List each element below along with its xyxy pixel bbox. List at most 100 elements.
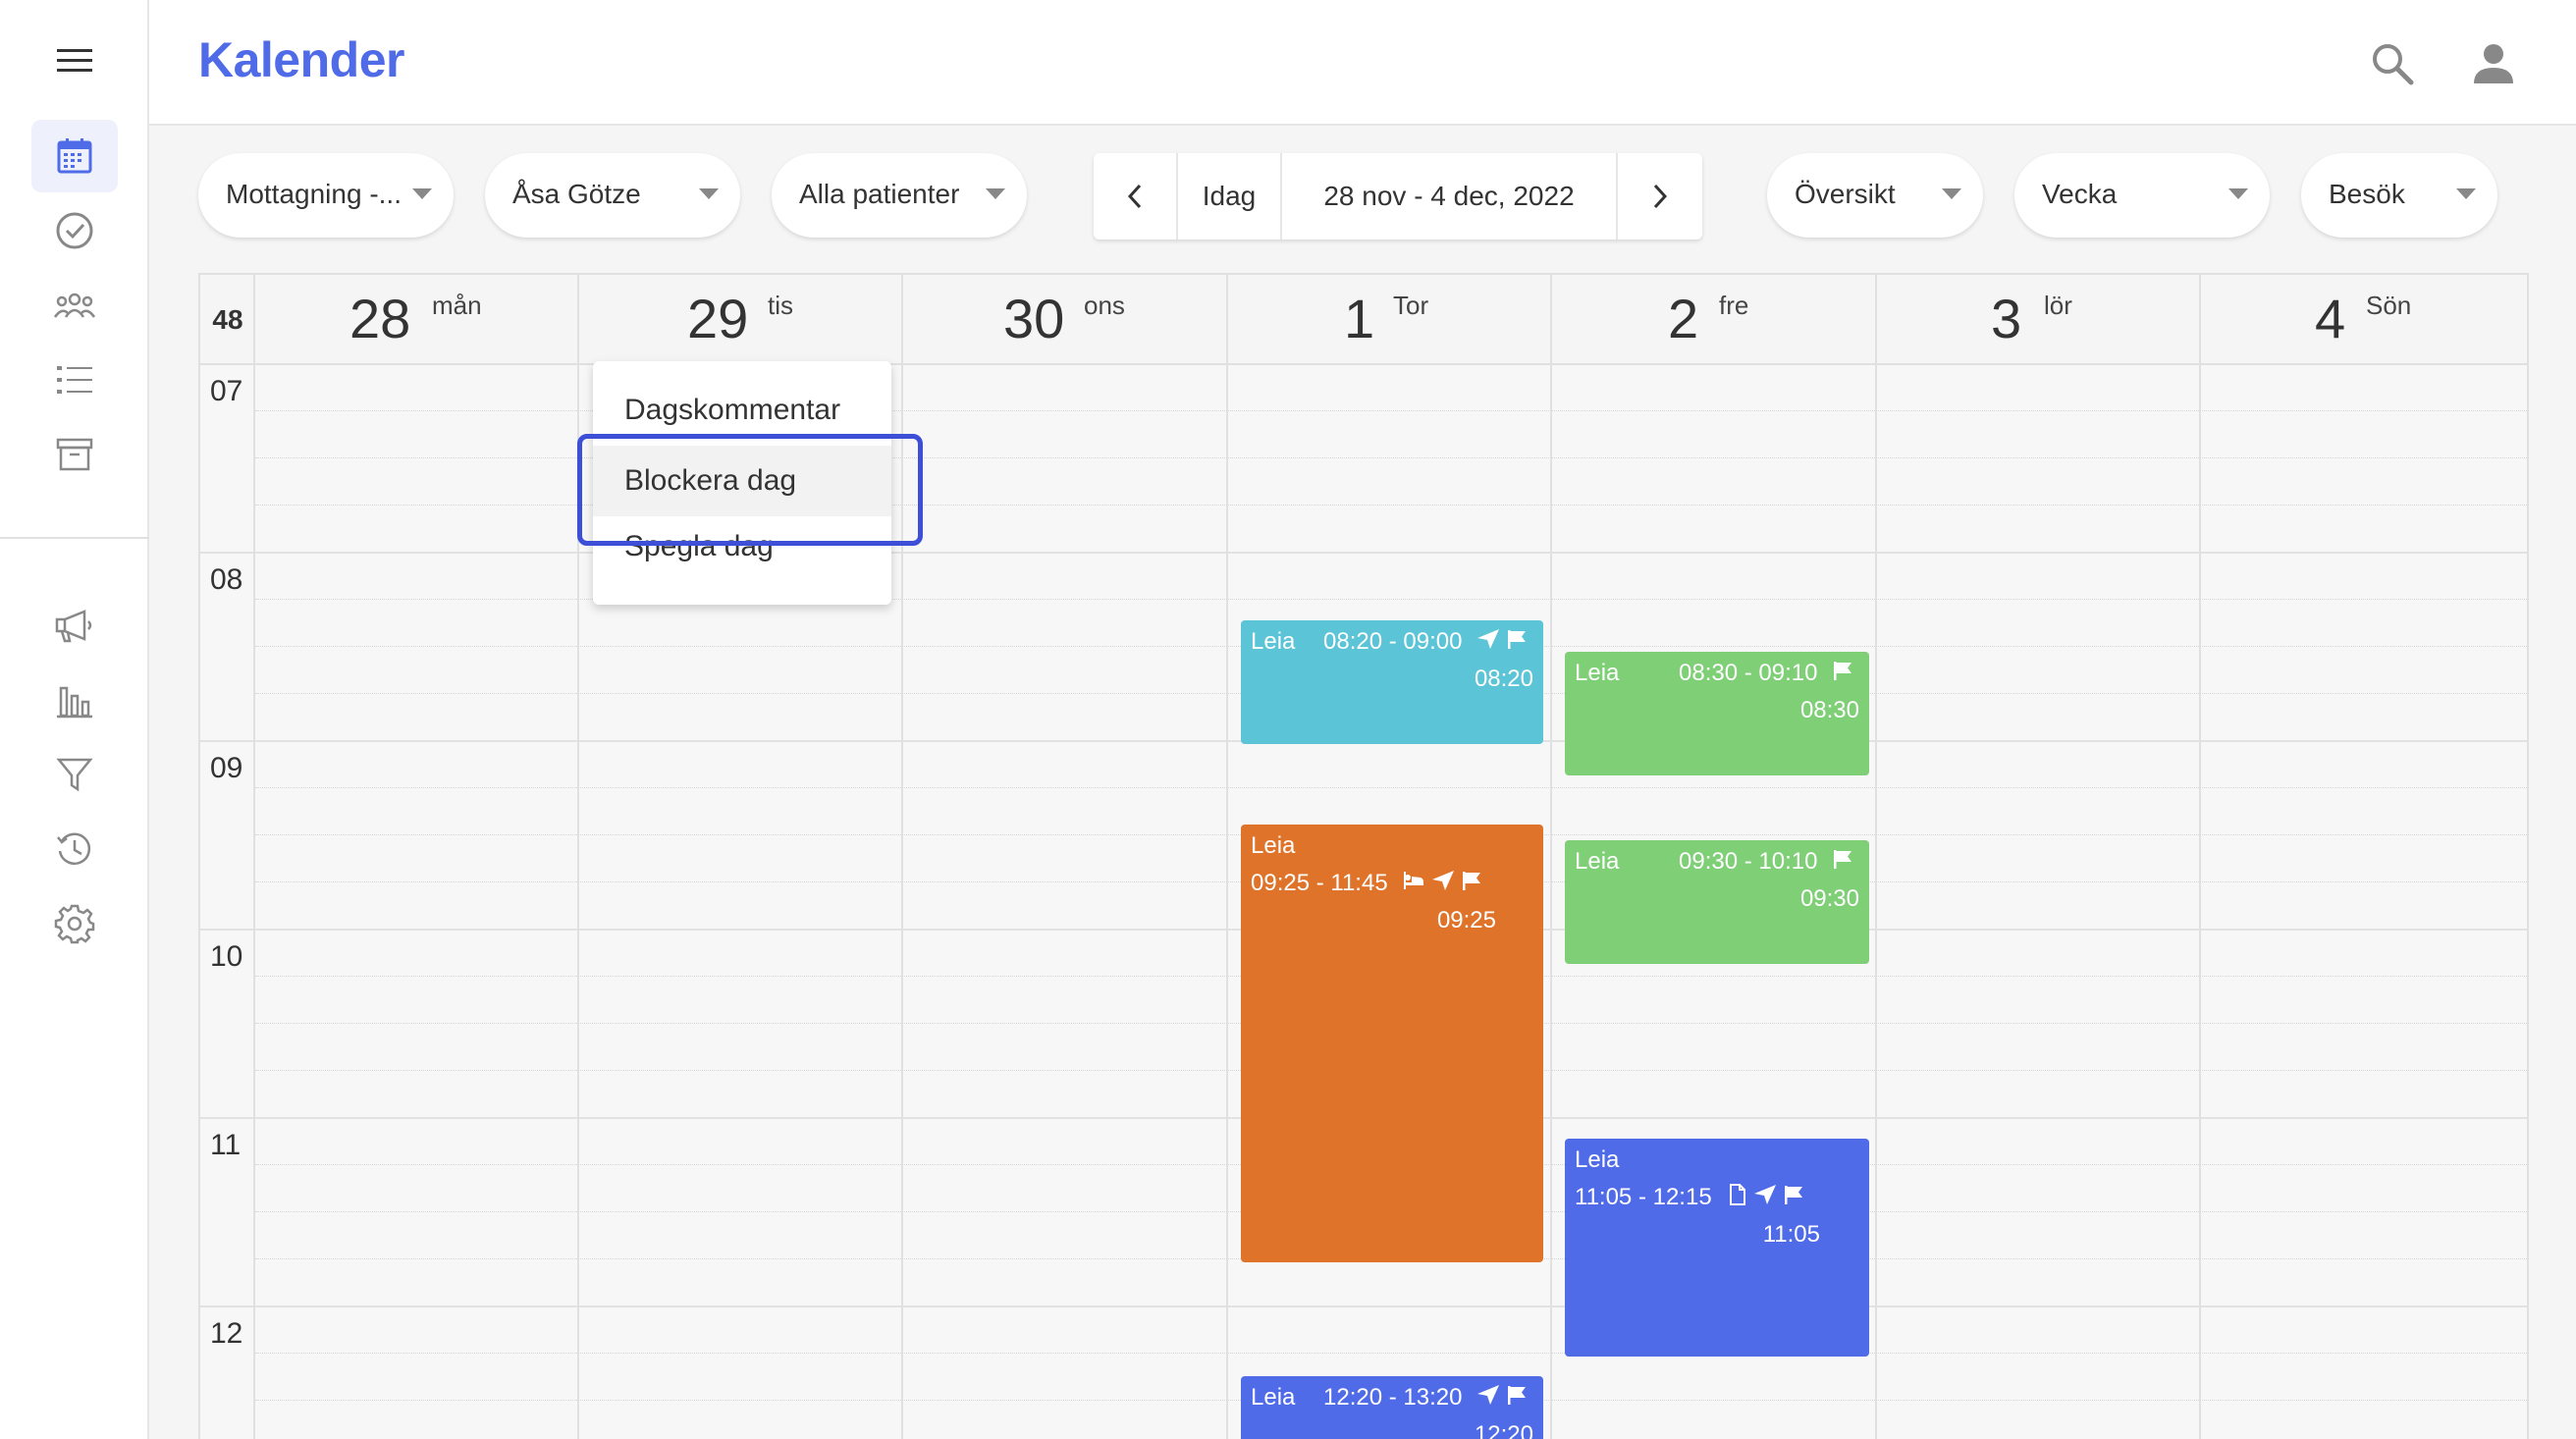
menu-item-block-day[interactable]: Blockera dag — [593, 446, 891, 516]
event-time: 08:20 - 09:00 — [1323, 628, 1463, 655]
flag-icon — [1508, 1386, 1526, 1405]
hour-label: 10 — [210, 940, 243, 973]
archive-icon[interactable] — [31, 418, 118, 491]
chevron-right-icon — [1653, 184, 1668, 209]
flag-icon — [1785, 1186, 1802, 1204]
menu-item-mirror-day[interactable]: Spegla dag — [593, 516, 891, 587]
day-number: 30 — [1003, 288, 1065, 349]
send-icon — [1432, 871, 1454, 890]
flag-icon — [1508, 630, 1526, 649]
filter-icon[interactable] — [31, 738, 118, 811]
main-area: Mottagning -... Åsa Götze Alla patienter… — [149, 126, 2576, 1439]
prev-week-button[interactable] — [1094, 153, 1176, 240]
day-name: lör — [2044, 291, 2072, 320]
event-patient: Leia — [1251, 628, 1296, 655]
view-mode-select[interactable]: Översikt — [1767, 153, 1983, 238]
day-number: 1 — [1344, 288, 1375, 349]
chevron-left-icon — [1127, 184, 1142, 209]
reception-select-label: Mottagning -... — [226, 179, 402, 209]
event-card[interactable]: Leia 11:05 - 12:15 11:05 — [1565, 1139, 1869, 1357]
event-patient: Leia — [1575, 660, 1620, 686]
day-name: tis — [768, 291, 793, 320]
event-patient: Leia — [1575, 1146, 1620, 1173]
history-icon[interactable] — [31, 813, 118, 885]
reception-select[interactable]: Mottagning -... — [198, 153, 454, 238]
hour-label: 11 — [210, 1129, 242, 1161]
event-time: 12:20 - 13:20 — [1323, 1384, 1463, 1411]
day-header-sat[interactable]: 3 lör — [1877, 275, 2199, 365]
today-button[interactable]: Idag — [1178, 153, 1280, 240]
list-icon[interactable] — [31, 344, 118, 416]
week-calendar: 07 08 09 10 11 12 48 28 mån 29 tis 30 on… — [198, 273, 2529, 1439]
event-patient: Leia — [1251, 1384, 1296, 1411]
day-name: fre — [1719, 291, 1749, 320]
sidebar — [0, 0, 149, 1439]
day-name: ons — [1084, 291, 1125, 320]
settings-icon[interactable] — [31, 887, 118, 960]
menu-item-day-comment[interactable]: Dagskommentar — [593, 375, 891, 446]
day-header-wed[interactable]: 30 ons — [903, 275, 1226, 365]
event-time: 09:25 - 11:45 — [1251, 870, 1388, 896]
event-card[interactable]: Leia 12:20 - 13:20 12:20 — [1241, 1376, 1543, 1439]
calendar-header: 48 28 mån 29 tis 30 ons 1 Tor 2 fre 3 lö… — [200, 275, 2527, 365]
chevron-down-icon — [2456, 188, 2476, 200]
user-icon[interactable] — [2464, 33, 2523, 92]
bar-chart-icon[interactable] — [31, 664, 118, 736]
day-header-thu[interactable]: 1 Tor — [1228, 275, 1550, 365]
event-patient: Leia — [1575, 848, 1620, 875]
event-time: 11:05 - 12:15 — [1575, 1184, 1712, 1210]
day-header-mon[interactable]: 28 mån — [255, 275, 577, 365]
event-start: 12:20 — [1474, 1421, 1533, 1439]
calendar-icon[interactable] — [31, 120, 118, 192]
event-time: 09:30 - 10:10 — [1679, 848, 1818, 875]
period-select[interactable]: Vecka — [2014, 153, 2270, 238]
megaphone-icon[interactable] — [31, 589, 118, 662]
send-icon — [1754, 1185, 1776, 1204]
period-select-label: Vecka — [2042, 179, 2118, 209]
page-title: Kalender — [198, 32, 404, 87]
event-card[interactable]: Leia 09:30 - 10:10 09:30 — [1565, 840, 1869, 964]
event-time: 08:30 - 09:10 — [1679, 660, 1818, 686]
visit-type-select[interactable]: Besök — [2301, 153, 2497, 238]
event-card[interactable]: Leia 09:25 - 11:45 09:25 — [1241, 825, 1543, 1262]
hour-line — [200, 1306, 2527, 1307]
hour-line — [200, 552, 2527, 554]
day-number: 28 — [349, 288, 411, 349]
date-range-label[interactable]: 28 nov - 4 dec, 2022 — [1282, 153, 1616, 240]
day-header-tue[interactable]: 29 tis — [579, 275, 901, 365]
day-number: 29 — [687, 288, 749, 349]
search-icon[interactable] — [2362, 33, 2421, 92]
day-name: mån — [432, 291, 482, 320]
event-start: 08:20 — [1474, 666, 1533, 692]
hour-label: 09 — [210, 752, 243, 784]
check-circle-icon[interactable] — [31, 194, 118, 267]
visit-type-select-label: Besök — [2329, 179, 2405, 209]
chevron-down-icon — [2228, 188, 2248, 200]
date-navigator: Idag 28 nov - 4 dec, 2022 — [1094, 153, 1702, 240]
flag-icon — [1834, 662, 1852, 680]
day-name: Sön — [2366, 291, 2412, 320]
day-header-fri[interactable]: 2 fre — [1552, 275, 1875, 365]
day-header-sun[interactable]: 4 Sön — [2201, 275, 2527, 365]
week-number: 48 — [212, 304, 243, 335]
event-patient: Leia — [1251, 832, 1296, 859]
menu-icon[interactable] — [31, 25, 118, 97]
hour-label: 07 — [210, 375, 243, 407]
chevron-down-icon — [1942, 188, 1961, 200]
event-start: 11:05 — [1762, 1221, 1820, 1248]
event-card[interactable]: Leia 08:30 - 09:10 08:30 — [1565, 652, 1869, 775]
send-icon — [1477, 1385, 1499, 1405]
staff-select[interactable]: Åsa Götze — [485, 153, 740, 238]
hour-label: 12 — [210, 1317, 243, 1350]
chevron-down-icon — [699, 188, 719, 200]
next-week-button[interactable] — [1618, 153, 1702, 240]
event-card[interactable]: Leia 08:20 - 09:00 08:20 — [1241, 620, 1543, 744]
event-start: 08:30 — [1799, 697, 1859, 723]
document-icon — [1730, 1184, 1745, 1205]
patients-select-label: Alla patienter — [799, 179, 960, 209]
group-icon[interactable] — [31, 269, 118, 342]
event-start: 09:25 — [1436, 907, 1496, 933]
day-number: 4 — [2315, 288, 2346, 349]
patients-select[interactable]: Alla patienter — [772, 153, 1027, 238]
day-name: Tor — [1393, 291, 1429, 320]
